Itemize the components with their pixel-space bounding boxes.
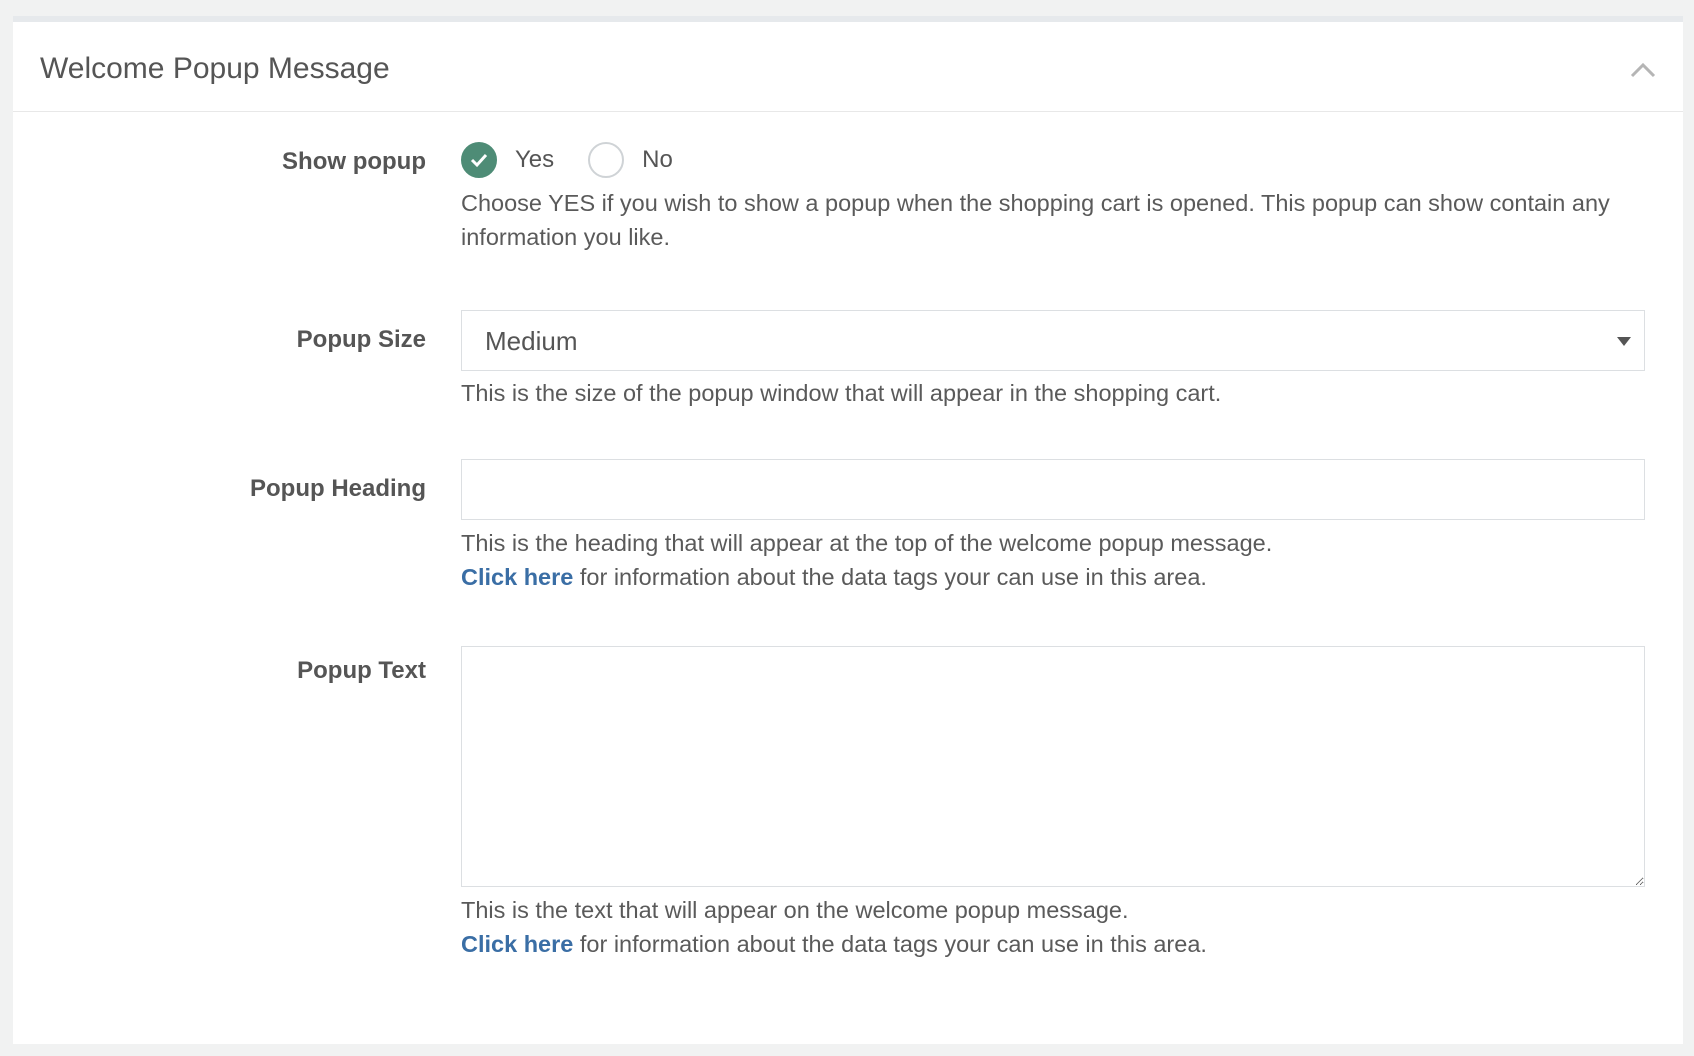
popup-heading-label: Popup Heading <box>250 475 426 502</box>
popup-text-link-line: Click here for information about the dat… <box>461 927 1645 961</box>
show-popup-radio-group: Yes No <box>461 140 1645 180</box>
radio-unchecked-icon[interactable] <box>588 142 625 178</box>
panel-header: Welcome Popup Message <box>13 22 1683 112</box>
radio-checked-icon[interactable] <box>461 142 497 178</box>
popup-heading-help: This is the heading that will appear at … <box>461 530 1273 556</box>
popup-heading-input[interactable] <box>461 459 1645 520</box>
popup-heading-link-suffix: for information about the data tags your… <box>573 564 1207 590</box>
caret-down-icon <box>1617 337 1631 346</box>
popup-text-help: This is the text that will appear on the… <box>461 897 1129 923</box>
radio-yes[interactable]: Yes <box>461 142 554 178</box>
panel-title: Welcome Popup Message <box>40 52 390 85</box>
popup-size-select[interactable]: Medium <box>461 310 1645 371</box>
popup-text-link-suffix: for information about the data tags your… <box>573 931 1207 957</box>
welcome-popup-panel: Welcome Popup Message Show popup Yes No … <box>13 16 1683 1044</box>
popup-size-value: Medium <box>485 326 578 356</box>
popup-heading-click-here-link[interactable]: Click here <box>461 564 573 590</box>
radio-no-label: No <box>642 146 673 173</box>
popup-size-help: This is the size of the popup window tha… <box>461 380 1222 406</box>
popup-text-textarea[interactable] <box>461 646 1645 887</box>
popup-size-label: Popup Size <box>296 326 426 353</box>
show-popup-help: Choose YES if you wish to show a popup w… <box>461 190 1610 250</box>
popup-text-label: Popup Text <box>297 657 426 684</box>
popup-text-click-here-link[interactable]: Click here <box>461 931 573 957</box>
popup-heading-link-line: Click here for information about the dat… <box>461 560 1645 594</box>
radio-no[interactable]: No <box>588 142 673 178</box>
radio-yes-label: Yes <box>515 146 555 173</box>
show-popup-label: Show popup <box>282 148 426 175</box>
chevron-up-icon[interactable] <box>1629 60 1657 80</box>
